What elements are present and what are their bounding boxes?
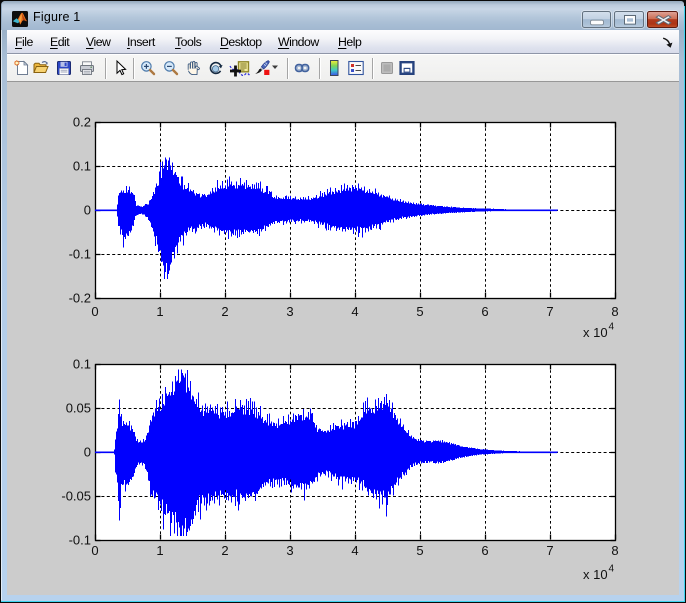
svg-text:8: 8 — [611, 543, 618, 558]
svg-text:-0.1: -0.1 — [69, 247, 91, 262]
svg-text:8: 8 — [611, 304, 618, 319]
svg-text:1: 1 — [156, 543, 163, 558]
svg-text:3: 3 — [286, 543, 293, 558]
svg-text:4: 4 — [609, 322, 615, 333]
svg-text:5: 5 — [416, 304, 423, 319]
svg-text:6: 6 — [481, 304, 488, 319]
svg-text:2: 2 — [221, 543, 228, 558]
svg-text:0: 0 — [91, 543, 98, 558]
svg-text:-0.2: -0.2 — [69, 291, 91, 306]
svg-text:0.1: 0.1 — [73, 159, 91, 174]
svg-text:0: 0 — [84, 445, 91, 460]
svg-text:0: 0 — [91, 304, 98, 319]
svg-text:7: 7 — [546, 304, 553, 319]
svg-text:6: 6 — [481, 543, 488, 558]
svg-text:4: 4 — [609, 564, 615, 575]
svg-text:4: 4 — [351, 543, 358, 558]
svg-text:x 10: x 10 — [583, 325, 608, 340]
svg-text:-0.1: -0.1 — [69, 533, 91, 548]
svg-text:4: 4 — [351, 304, 358, 319]
svg-text:2: 2 — [221, 304, 228, 319]
svg-text:3: 3 — [286, 304, 293, 319]
svg-text:0.05: 0.05 — [66, 401, 91, 416]
svg-text:7: 7 — [546, 543, 553, 558]
svg-text:1: 1 — [156, 304, 163, 319]
svg-text:0.2: 0.2 — [73, 115, 91, 130]
svg-text:x 10: x 10 — [583, 567, 608, 582]
svg-text:-0.05: -0.05 — [61, 489, 91, 504]
svg-text:0: 0 — [84, 203, 91, 218]
svg-text:0.1: 0.1 — [73, 357, 91, 372]
svg-text:5: 5 — [416, 543, 423, 558]
